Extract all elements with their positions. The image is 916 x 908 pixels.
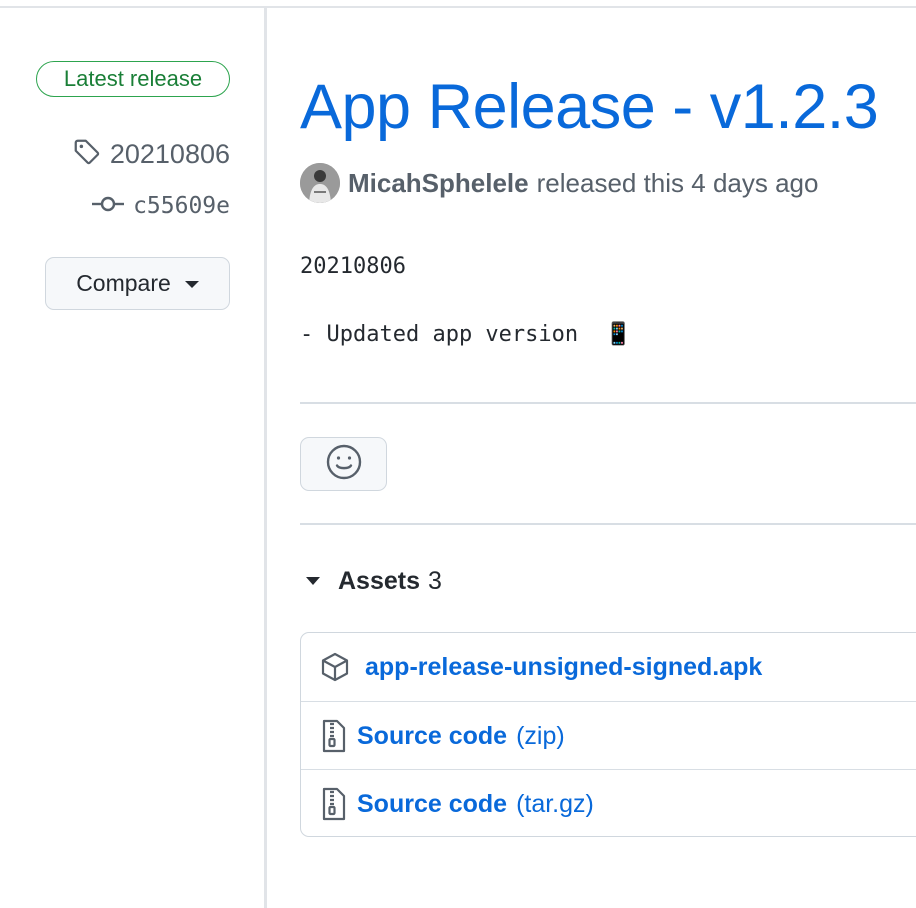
assets-count: 3 (428, 566, 442, 595)
release-body-line: - Updated app version 📱 (300, 322, 633, 347)
tag-link[interactable]: 20210806 (72, 136, 230, 172)
tag-icon (72, 137, 102, 172)
commit-sha: c55609e (133, 193, 230, 219)
asset-item[interactable]: Source code (tar.gz) (301, 769, 916, 836)
package-icon (319, 651, 351, 683)
top-border (0, 6, 916, 8)
smiley-icon (325, 443, 363, 486)
release-meta: MicahSphelele released this 4 days ago (300, 162, 818, 204)
compare-button[interactable]: Compare (45, 257, 230, 310)
commit-link[interactable]: c55609e (91, 190, 230, 222)
release-body-line: 20210806 (300, 254, 406, 279)
assets-toggle[interactable]: Assets 3 (306, 562, 442, 600)
latest-release-badge: Latest release (36, 61, 230, 97)
divider (300, 523, 916, 525)
chevron-down-icon (184, 281, 199, 288)
asset-ext[interactable]: (tar.gz) (516, 790, 594, 819)
avatar[interactable] (300, 163, 340, 203)
release-page: Latest release 20210806 c55609e Compare … (0, 0, 916, 908)
sidebar-divider (264, 8, 267, 908)
asset-ext[interactable]: (zip) (516, 722, 565, 751)
asset-name[interactable]: Source code (357, 790, 507, 819)
release-time-text: released this 4 days ago (536, 167, 819, 198)
asset-item[interactable]: Source code (zip) (301, 701, 916, 770)
asset-item[interactable]: app-release-unsigned-signed.apk (301, 633, 916, 701)
tag-label: 20210806 (109, 138, 230, 169)
file-zip-icon (321, 719, 347, 753)
divider (300, 402, 916, 404)
asset-name[interactable]: app-release-unsigned-signed.apk (365, 653, 762, 682)
file-zip-icon (321, 787, 347, 821)
assets-list: app-release-unsigned-signed.apk Source c… (300, 632, 916, 837)
assets-heading: Assets (338, 566, 420, 595)
author-link[interactable]: MicahSphelele (348, 168, 529, 199)
caret-down-icon (306, 577, 320, 585)
compare-label: Compare (76, 270, 171, 296)
git-commit-icon (91, 193, 125, 220)
add-reaction-button[interactable] (300, 437, 387, 491)
release-title[interactable]: App Release - v1.2.3 (300, 68, 879, 146)
asset-name[interactable]: Source code (357, 722, 507, 751)
